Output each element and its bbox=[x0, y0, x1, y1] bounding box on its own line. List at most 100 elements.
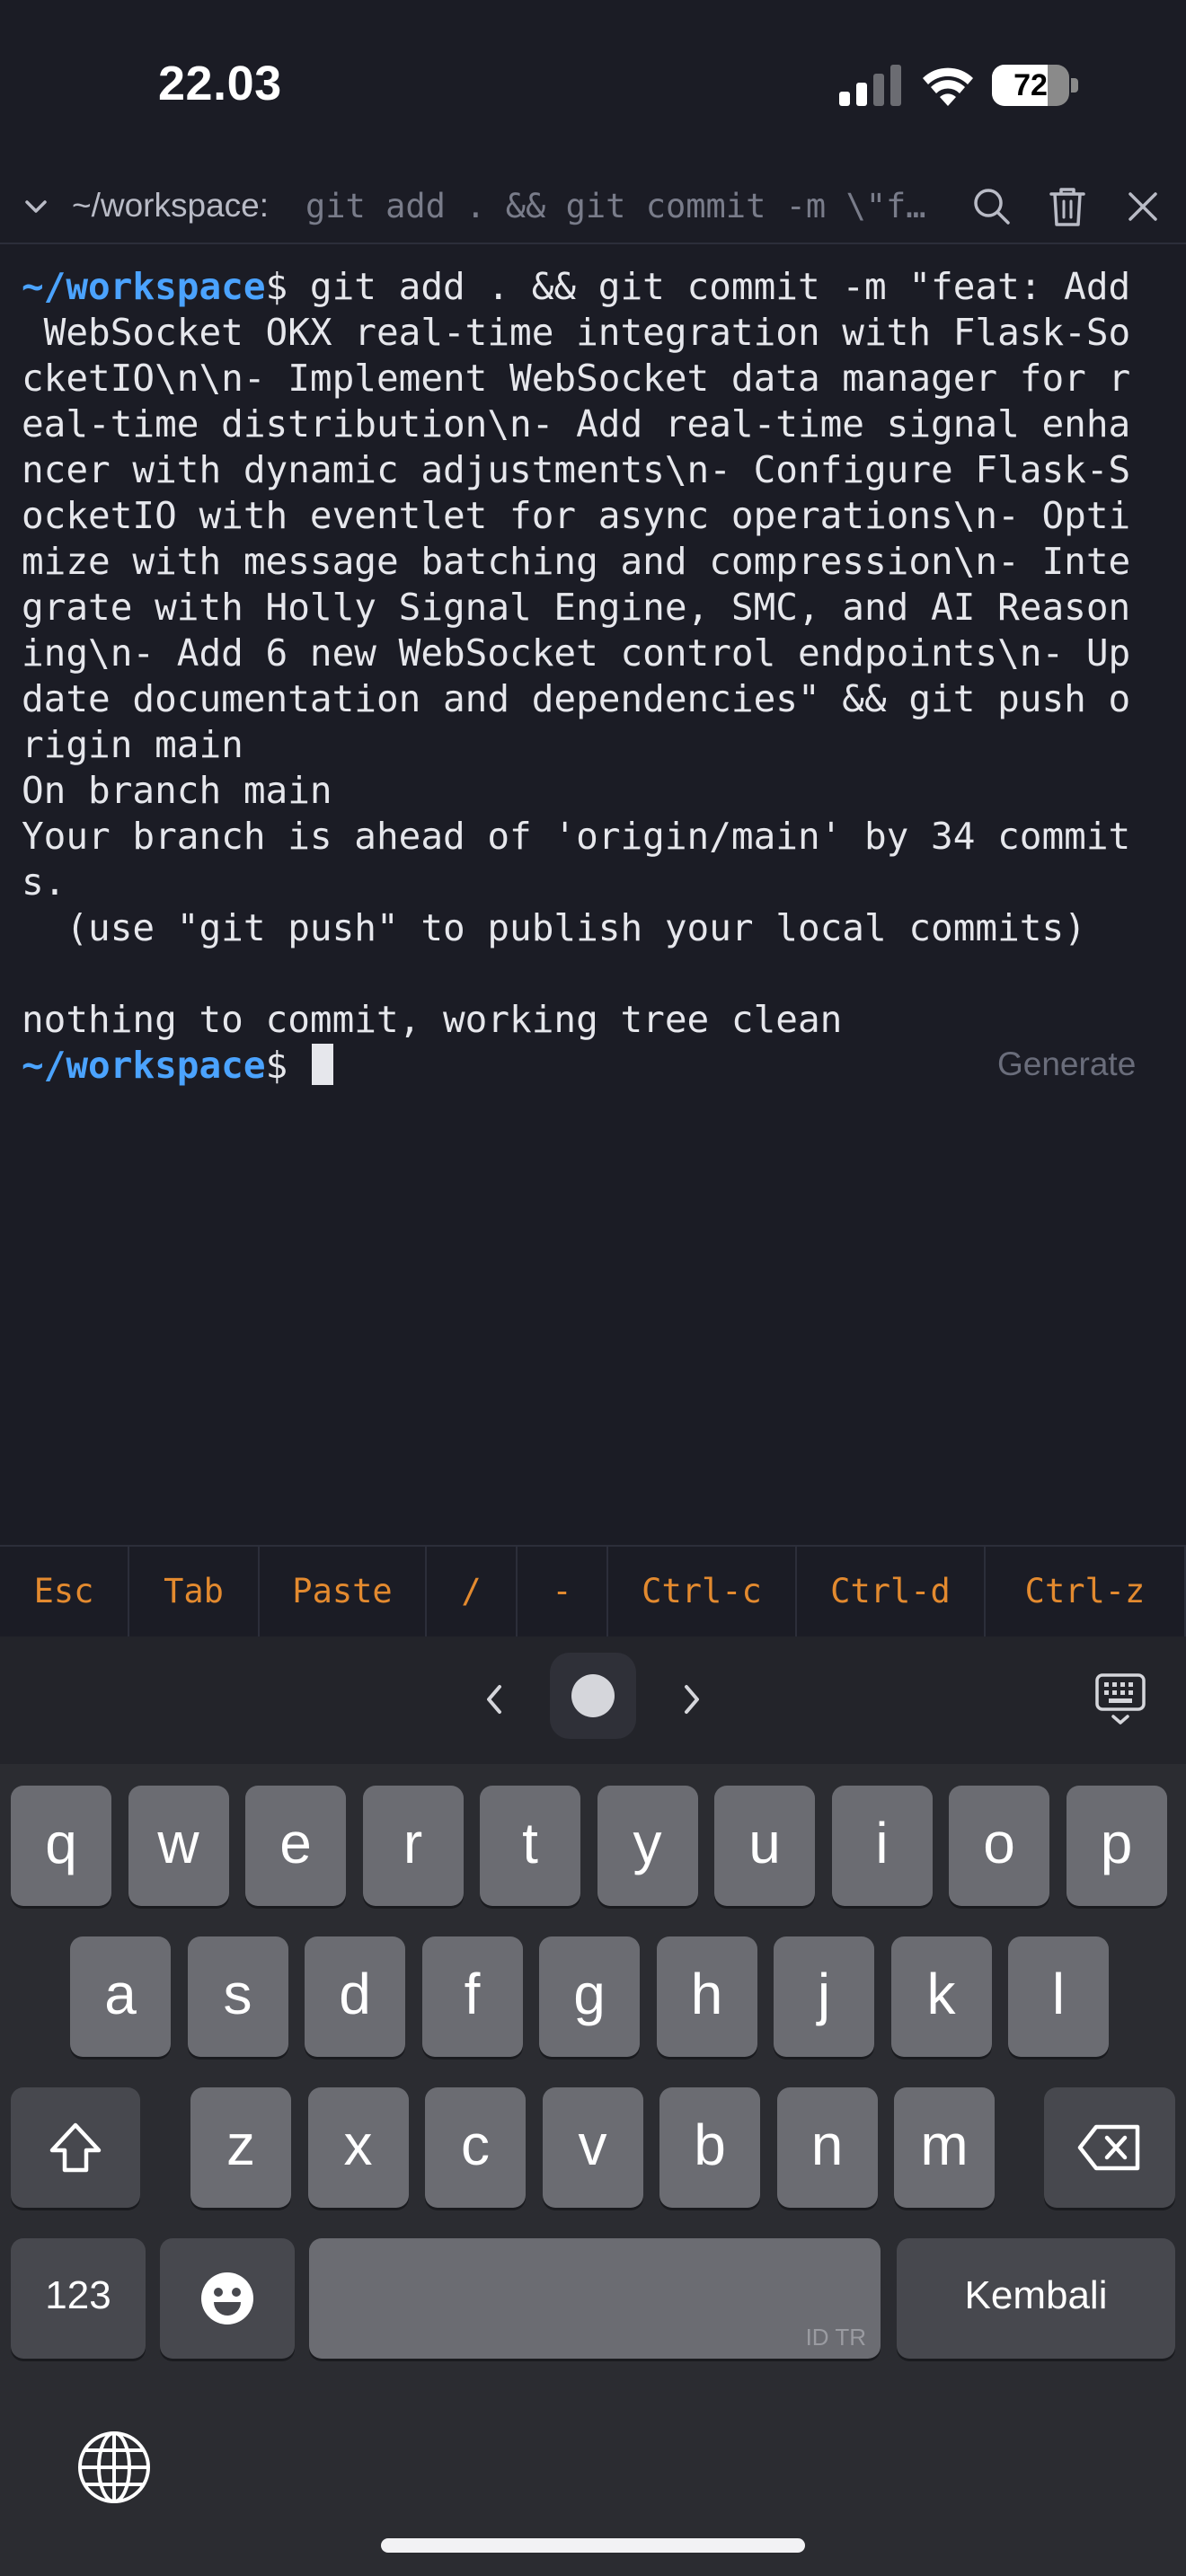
extra-key-paste[interactable]: Paste bbox=[260, 1547, 427, 1636]
key-v[interactable]: v bbox=[542, 2087, 643, 2208]
key-label: e bbox=[279, 1811, 312, 1875]
trackpad-dot-icon bbox=[571, 1674, 615, 1717]
terminal-line: cketIO\n\n- Implement WebSocket data man… bbox=[22, 357, 1131, 400]
backspace-icon bbox=[1077, 2124, 1140, 2171]
key-w[interactable]: w bbox=[128, 1786, 229, 1906]
extra-key-esc[interactable]: Esc bbox=[0, 1547, 129, 1636]
text-cursor bbox=[311, 1044, 333, 1085]
key-label: g bbox=[573, 1962, 606, 2026]
key-label: k bbox=[926, 1962, 956, 2026]
prompt-path: ~/workspace bbox=[22, 265, 266, 308]
key-h[interactable]: h bbox=[656, 1936, 757, 2057]
terminal-line: ncer with dynamic adjustments\n- Configu… bbox=[22, 448, 1131, 491]
terminal-output[interactable]: ~/workspace$ git add . && git commit -m … bbox=[22, 264, 1181, 1089]
key-label: o bbox=[983, 1811, 1015, 1875]
key-f[interactable]: f bbox=[421, 1936, 523, 2057]
terminal-line: rigin main bbox=[22, 723, 243, 766]
shift-key[interactable] bbox=[11, 2087, 140, 2208]
terminal-line: Your branch is ahead of 'origin/main' by… bbox=[22, 815, 1131, 858]
key-label: j bbox=[817, 1962, 831, 2026]
key-label: v bbox=[578, 2113, 607, 2177]
key-i[interactable]: i bbox=[831, 1786, 933, 1906]
terminal-line: grate with Holly Signal Engine, SMC, and… bbox=[22, 586, 1131, 629]
key-n[interactable]: n bbox=[776, 2087, 878, 2208]
key-x[interactable]: x bbox=[307, 2087, 409, 2208]
key-label: u bbox=[748, 1811, 781, 1875]
space-language-label: ID TR bbox=[805, 2324, 866, 2351]
key-label: r bbox=[403, 1811, 423, 1875]
chevron-right-icon[interactable] bbox=[679, 1681, 704, 1717]
key-s[interactable]: s bbox=[187, 1936, 288, 2057]
key-label: i bbox=[875, 1811, 889, 1875]
key-p[interactable]: p bbox=[1066, 1786, 1167, 1906]
extra-key-dash[interactable]: - bbox=[518, 1547, 608, 1636]
key-label: s bbox=[223, 1962, 252, 2026]
terminal-line: On branch main bbox=[22, 769, 332, 812]
backspace-key[interactable] bbox=[1044, 2087, 1175, 2208]
generate-button[interactable]: Generate bbox=[997, 1045, 1136, 1083]
key-label: n bbox=[810, 2113, 844, 2177]
key-d[interactable]: d bbox=[305, 1936, 405, 2057]
key-a[interactable]: a bbox=[70, 1936, 171, 2057]
trash-icon[interactable] bbox=[1044, 183, 1091, 230]
emoji-key[interactable] bbox=[160, 2238, 295, 2359]
key-m[interactable]: m bbox=[894, 2087, 995, 2208]
keyboard-toolbar bbox=[0, 1636, 1186, 1764]
terminal-line: ing\n- Add 6 new WebSocket control endpo… bbox=[22, 631, 1131, 675]
terminal-line: mize with message batching and compressi… bbox=[22, 540, 1131, 583]
key-label: x bbox=[343, 2113, 373, 2177]
emoji-icon bbox=[201, 2272, 253, 2325]
key-label: h bbox=[690, 1962, 723, 2026]
key-l[interactable]: l bbox=[1008, 1936, 1109, 2057]
cellular-signal-icon bbox=[839, 65, 901, 106]
search-icon[interactable] bbox=[969, 183, 1015, 230]
extra-key-ctrl-z[interactable]: Ctrl-z bbox=[986, 1547, 1186, 1636]
key-g[interactable]: g bbox=[539, 1936, 640, 2057]
wifi-icon bbox=[923, 67, 973, 106]
key-y[interactable]: y bbox=[597, 1786, 698, 1906]
extra-key-ctrl-d[interactable]: Ctrl-d bbox=[797, 1547, 986, 1636]
close-icon[interactable] bbox=[1120, 183, 1166, 230]
extra-key-tab[interactable]: Tab bbox=[129, 1547, 260, 1636]
terminal-line: date documentation and dependencies" && … bbox=[22, 677, 1131, 720]
key-label: f bbox=[464, 1962, 481, 2026]
key-c[interactable]: c bbox=[425, 2087, 526, 2208]
key-j[interactable]: j bbox=[774, 1936, 874, 2057]
key-r[interactable]: r bbox=[362, 1786, 464, 1906]
key-b[interactable]: b bbox=[659, 2087, 760, 2208]
session-command[interactable]: git add . && git commit -m \"fe… bbox=[305, 187, 934, 225]
key-q[interactable]: q bbox=[11, 1786, 111, 1906]
chevron-left-icon[interactable] bbox=[482, 1681, 507, 1717]
session-path[interactable]: ~/workspace: bbox=[72, 187, 269, 225]
cursor-control-button[interactable] bbox=[550, 1653, 636, 1739]
numbers-key[interactable]: 123 bbox=[11, 2238, 146, 2359]
return-key[interactable]: Kembali bbox=[897, 2238, 1175, 2359]
extra-key-slash[interactable]: / bbox=[427, 1547, 518, 1636]
home-indicator[interactable] bbox=[381, 2538, 805, 2553]
globe-icon[interactable] bbox=[75, 2429, 153, 2506]
terminal-line: s. bbox=[22, 860, 66, 904]
extra-key-ctrl-c[interactable]: Ctrl-c bbox=[608, 1547, 797, 1636]
key-u[interactable]: u bbox=[714, 1786, 815, 1906]
prompt-path: ~/workspace bbox=[22, 1044, 266, 1087]
key-k[interactable]: k bbox=[890, 1936, 992, 2057]
chevron-down-icon[interactable] bbox=[20, 190, 52, 223]
terminal-line: (use "git push" to publish your local co… bbox=[22, 906, 1086, 949]
key-label: m bbox=[920, 2113, 969, 2177]
battery-level: 72 bbox=[1013, 68, 1048, 102]
key-t[interactable]: t bbox=[480, 1786, 580, 1906]
key-z[interactable]: z bbox=[190, 2087, 291, 2208]
key-label: Kembali bbox=[964, 2273, 1108, 2317]
keyboard-dismiss-icon[interactable] bbox=[1094, 1672, 1146, 1726]
key-label: d bbox=[339, 1962, 371, 2026]
terminal-line: eal-time distribution\n- Add real-time s… bbox=[22, 402, 1131, 446]
space-key[interactable]: ID TR bbox=[309, 2238, 881, 2359]
key-label: a bbox=[104, 1962, 137, 2026]
key-label: w bbox=[157, 1811, 199, 1875]
key-e[interactable]: e bbox=[245, 1786, 346, 1906]
key-o[interactable]: o bbox=[949, 1786, 1049, 1906]
on-screen-keyboard: q w e r t y u i o p a s d f g h j k l z x c v b n m 123 ID TR Kembal… bbox=[0, 1636, 1186, 2576]
key-label: y bbox=[633, 1811, 662, 1875]
key-label: l bbox=[1051, 1962, 1066, 2026]
